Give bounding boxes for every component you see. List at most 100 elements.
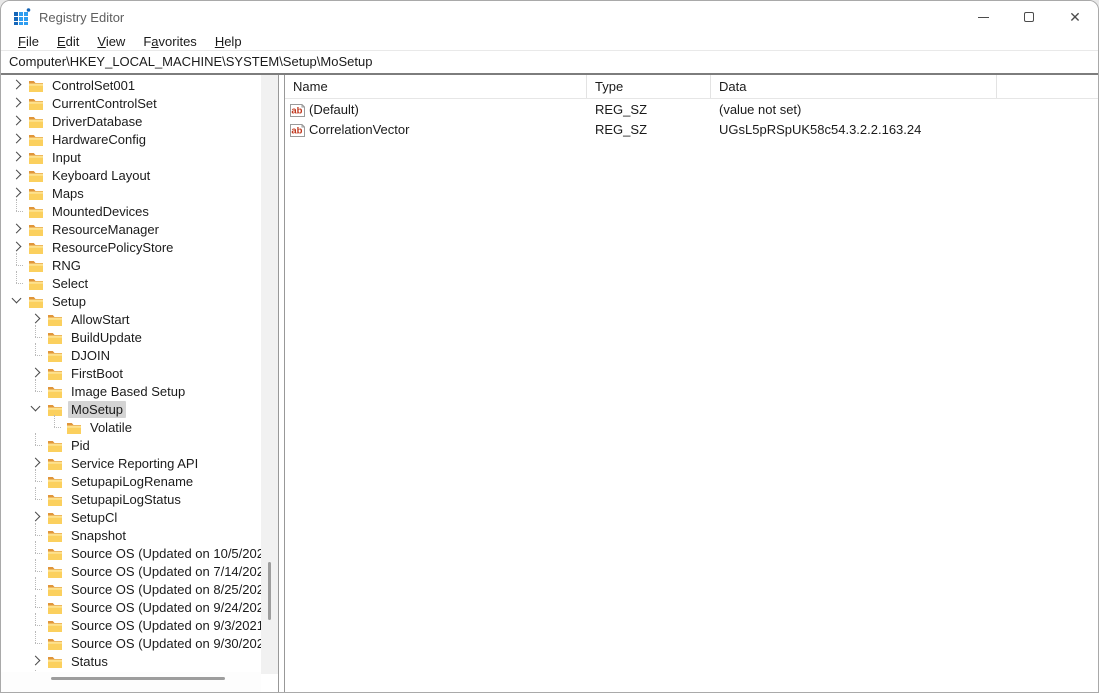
tree-item-label[interactable]: MoSetup xyxy=(68,401,126,418)
pane-splitter[interactable] xyxy=(278,75,285,692)
expander-icon[interactable] xyxy=(28,364,47,382)
expander-icon[interactable] xyxy=(28,616,47,634)
tree-item-label[interactable]: Status xyxy=(68,653,111,670)
tree-item-label[interactable]: Select xyxy=(49,275,91,292)
tree-item[interactable]: ControlSet001 xyxy=(1,76,278,94)
expander-icon[interactable] xyxy=(9,256,28,274)
expander-icon[interactable] xyxy=(28,580,47,598)
column-header-type[interactable]: Type xyxy=(587,75,711,98)
registry-value-row[interactable]: CorrelationVector REG_SZ UGsL5pRSpUK58c5… xyxy=(285,120,1098,139)
menu-item[interactable]: View xyxy=(88,34,134,49)
expander-icon[interactable] xyxy=(9,76,28,94)
tree-item-label[interactable]: ResourceManager xyxy=(49,221,162,238)
tree-item[interactable]: FirstBoot xyxy=(1,364,278,382)
tree-item[interactable]: CurrentControlSet xyxy=(1,94,278,112)
tree-item[interactable]: Source OS (Updated on 7/14/2021 10:0 xyxy=(1,562,278,580)
tree-item[interactable]: Source OS (Updated on 9/30/2021 05:4 xyxy=(1,634,278,652)
tree-item[interactable]: DJOIN xyxy=(1,346,278,364)
tree-item-label[interactable]: Source OS (Updated on 10/5/2021 14:5 xyxy=(68,545,278,562)
tree-item-label[interactable]: Image Based Setup xyxy=(68,383,188,400)
expander-icon[interactable] xyxy=(9,112,28,130)
tree-item-label[interactable]: AllowStart xyxy=(68,311,133,328)
tree-item-label[interactable]: MountedDevices xyxy=(49,203,152,220)
tree-item[interactable]: HardwareConfig xyxy=(1,130,278,148)
tree-item[interactable]: Source OS (Updated on 10/5/2021 14:5 xyxy=(1,544,278,562)
tree-item[interactable]: Keyboard Layout xyxy=(1,166,278,184)
tree-item[interactable]: Volatile xyxy=(1,418,278,436)
tree-item-label[interactable]: Pid xyxy=(68,437,93,454)
menu-item[interactable]: Help xyxy=(206,34,251,49)
column-header-data[interactable]: Data xyxy=(711,75,997,98)
tree-item-label[interactable]: BuildUpdate xyxy=(68,329,145,346)
tree-item-label[interactable]: CurrentControlSet xyxy=(49,95,160,112)
expander-icon[interactable] xyxy=(28,328,47,346)
tree-item[interactable]: Setup xyxy=(1,292,278,310)
tree-item-label[interactable]: ResourcePolicyStore xyxy=(49,239,176,256)
tree-item[interactable]: Status xyxy=(1,652,278,670)
tree-item[interactable]: Source OS (Updated on 8/25/2020 17:4 xyxy=(1,580,278,598)
expander-icon[interactable] xyxy=(28,310,47,328)
tree-item-label[interactable]: FirstBoot xyxy=(68,365,126,382)
expander-icon[interactable] xyxy=(9,130,28,148)
tree-item[interactable]: Select xyxy=(1,274,278,292)
title-bar[interactable]: Registry Editor ✕ xyxy=(1,1,1098,33)
expander-icon[interactable] xyxy=(28,382,47,400)
expander-icon[interactable] xyxy=(28,544,47,562)
expander-icon[interactable] xyxy=(9,148,28,166)
tree-vertical-scrollbar[interactable] xyxy=(261,75,278,674)
tree-item[interactable]: Pid xyxy=(1,436,278,454)
tree-item[interactable]: MountedDevices xyxy=(1,202,278,220)
tree-item-label[interactable]: Source OS (Updated on 8/25/2020 17:4 xyxy=(68,581,278,598)
expander-icon[interactable] xyxy=(28,436,47,454)
expander-icon[interactable] xyxy=(28,508,47,526)
address-input[interactable] xyxy=(1,54,1098,69)
tree-item[interactable]: Source OS (Updated on 9/3/2021 03:30 xyxy=(1,616,278,634)
expander-icon[interactable] xyxy=(28,472,47,490)
tree-item-label[interactable]: DJOIN xyxy=(68,347,113,364)
expander-icon[interactable] xyxy=(28,346,47,364)
expander-icon[interactable] xyxy=(47,418,66,436)
maximize-button[interactable] xyxy=(1006,1,1052,33)
expander-icon[interactable] xyxy=(9,166,28,184)
tree-item[interactable]: MoSetup xyxy=(1,400,278,418)
column-header-name[interactable]: Name xyxy=(285,75,587,98)
expander-icon[interactable] xyxy=(28,454,47,472)
expander-icon[interactable] xyxy=(28,562,47,580)
tree-item[interactable]: ResourcePolicyStore xyxy=(1,238,278,256)
tree-item[interactable]: Service Reporting API xyxy=(1,454,278,472)
tree-item-label[interactable]: Maps xyxy=(49,185,87,202)
menu-item[interactable]: File xyxy=(9,34,48,49)
expander-icon[interactable] xyxy=(9,274,28,292)
tree-item-label[interactable]: SetupapiLogRename xyxy=(68,473,196,490)
horizontal-scrollbar-thumb[interactable] xyxy=(51,677,225,680)
menu-item[interactable]: Edit xyxy=(48,34,88,49)
close-button[interactable]: ✕ xyxy=(1052,1,1098,33)
tree-item-label[interactable]: ControlSet001 xyxy=(49,77,138,94)
tree-item[interactable]: Source OS (Updated on 9/24/2021 16:3 xyxy=(1,598,278,616)
tree-item[interactable]: AllowStart xyxy=(1,310,278,328)
tree-item-label[interactable]: SetupapiLogStatus xyxy=(68,491,184,508)
tree-item-label[interactable]: SetupCl xyxy=(68,509,120,526)
expander-icon[interactable] xyxy=(28,652,47,670)
tree-item[interactable]: SetupapiLogStatus xyxy=(1,490,278,508)
tree-item[interactable]: ResourceManager xyxy=(1,220,278,238)
tree-item-label[interactable]: Source OS (Updated on 9/3/2021 03:30 xyxy=(68,617,278,634)
tree-item[interactable]: SetupCl xyxy=(1,508,278,526)
tree-item[interactable]: RNG xyxy=(1,256,278,274)
expander-icon[interactable] xyxy=(28,634,47,652)
expander-icon[interactable] xyxy=(9,220,28,238)
minimize-button[interactable] xyxy=(960,1,1006,33)
tree-item-label[interactable]: Setup xyxy=(49,293,89,310)
expander-icon[interactable] xyxy=(9,94,28,112)
expander-icon[interactable] xyxy=(9,238,28,256)
tree-item-label[interactable]: Service Reporting API xyxy=(68,455,201,472)
expander-icon[interactable] xyxy=(9,202,28,220)
tree-item-label[interactable]: Volatile xyxy=(87,419,135,436)
tree-item[interactable]: BuildUpdate xyxy=(1,328,278,346)
tree-horizontal-scrollbar[interactable] xyxy=(1,672,261,692)
tree-item[interactable]: DriverDatabase xyxy=(1,112,278,130)
tree-item[interactable]: Maps xyxy=(1,184,278,202)
menu-item[interactable]: Favorites xyxy=(134,34,205,49)
tree-item[interactable]: Snapshot xyxy=(1,526,278,544)
expander-icon[interactable] xyxy=(28,490,47,508)
